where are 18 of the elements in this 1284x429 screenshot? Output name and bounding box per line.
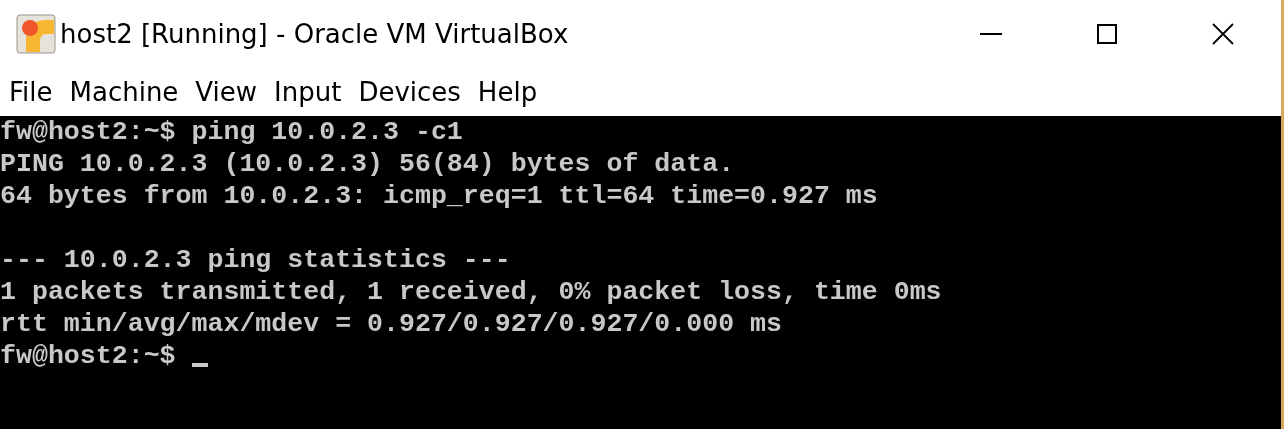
window-title: host2 [Running] - Oracle VM VirtualBox <box>60 19 570 49</box>
terminal-line: --- 10.0.2.3 ping statistics --- <box>0 244 511 276</box>
menu-item[interactable]: Machine <box>63 77 190 107</box>
terminal-line: 1 packets transmitted, 1 received, 0% packet loss, time 0ms <box>0 276 942 308</box>
menu-item[interactable]: Devices <box>352 77 472 107</box>
minimize-icon <box>980 33 1002 35</box>
terminal-line: fw@host2:~$ <box>0 340 176 372</box>
app-icon <box>16 14 56 54</box>
close-icon <box>1212 23 1234 45</box>
terminal-line: PING 10.0.2.3 (10.0.2.3) 56(84) bytes of data. <box>0 148 735 180</box>
menu-item[interactable]: Help <box>471 77 549 107</box>
terminal-line: 64 bytes from 10.0.2.3: icmp_req=1 ttl=64 time=0.927 ms <box>0 180 878 212</box>
terminal-line: rtt min/avg/max/mdev = 0.927/0.927/0.927/0.000 ms <box>0 308 782 340</box>
menu-item[interactable]: Input <box>268 77 353 107</box>
terminal-line: fw@host2:~$ ping 10.0.2.3 -c1 <box>0 116 463 148</box>
menu-item[interactable]: View <box>189 77 269 107</box>
maximize-icon <box>1097 24 1117 44</box>
menu-item[interactable]: File <box>3 77 64 107</box>
